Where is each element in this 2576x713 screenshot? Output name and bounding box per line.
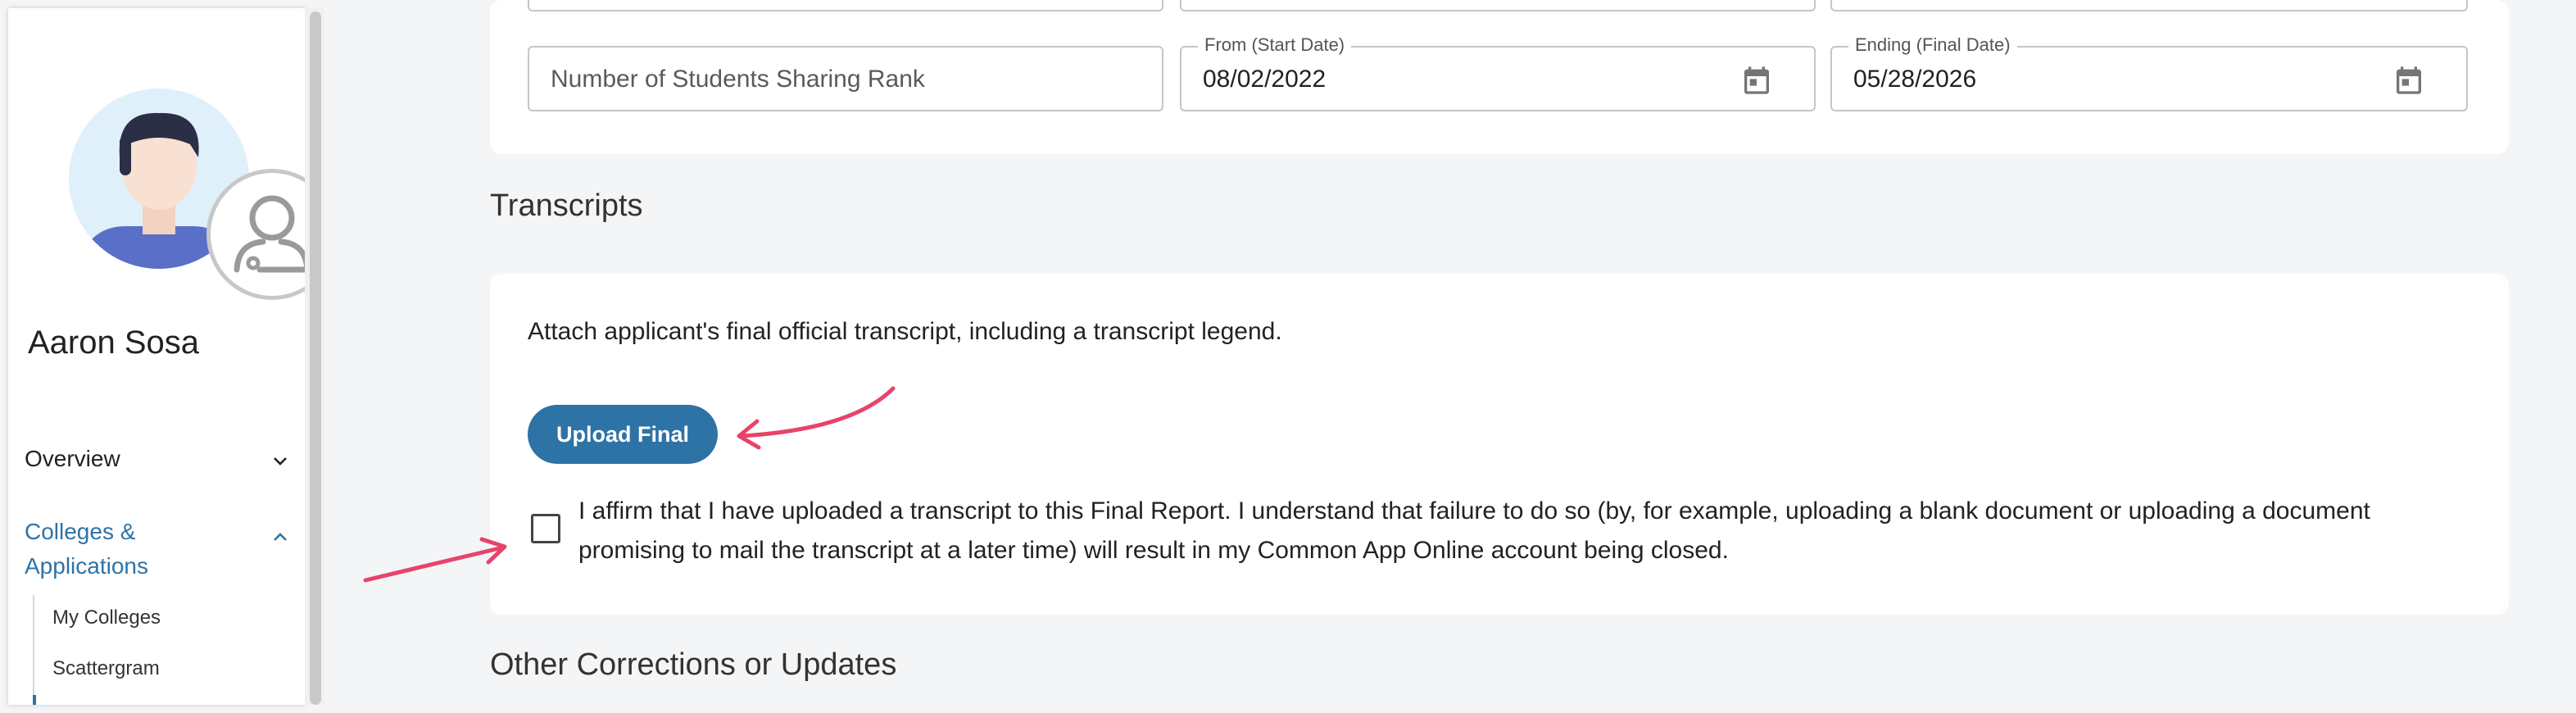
subnav-rail (33, 595, 34, 705)
affirm-checkbox[interactable] (531, 514, 560, 543)
transcripts-heading: Transcripts (490, 188, 643, 223)
user-badge[interactable] (206, 169, 305, 300)
end-date-label: Ending (Final Date) (1848, 34, 2017, 56)
calendar-icon[interactable] (2392, 64, 2425, 97)
subnav-my-colleges[interactable]: My Colleges (52, 606, 161, 629)
annotation-arrow-checkbox (363, 537, 507, 583)
subnav-active-indicator (33, 695, 36, 705)
students-sharing-rank-placeholder: Number of Students Sharing Rank (551, 66, 925, 93)
user-name: Aaron Sosa (28, 325, 200, 361)
start-date-value: 08/02/2022 (1203, 66, 1327, 93)
chevron-up-icon (274, 533, 287, 541)
nav-overview-label: Overview (25, 446, 120, 471)
sidebar: Aaron Sosa Overview Colleges & Applicati… (8, 8, 305, 705)
end-date-input[interactable]: Ending (Final Date) 05/28/2026 (1830, 34, 2468, 111)
nav-overview[interactable]: Overview (25, 446, 295, 472)
nav-colleges-label: Colleges & Applications (25, 519, 148, 579)
start-date-label: From (Start Date) (1198, 34, 1352, 56)
nav-colleges-applications[interactable]: Colleges & Applications (25, 515, 295, 584)
start-date-input[interactable]: From (Start Date) 08/02/2022 (1180, 34, 1816, 111)
dates-card: Number of Students Sharing Rank From (St… (490, 0, 2509, 154)
students-sharing-rank-input[interactable]: Number of Students Sharing Rank (528, 46, 1163, 111)
chevron-down-icon (274, 457, 287, 465)
app-frame: Aaron Sosa Overview Colleges & Applicati… (0, 0, 2576, 713)
end-date-value: 05/28/2026 (1853, 66, 1977, 93)
user-outline-icon (234, 195, 305, 273)
calendar-icon[interactable] (1740, 64, 1773, 97)
field-stub-3 (1830, 0, 2468, 11)
transcript-instructions: Attach applicant's final official transc… (528, 318, 1282, 345)
affirm-text: I affirm that I have uploaded a transcri… (578, 497, 2370, 564)
avatar (59, 79, 305, 300)
field-stub-1 (528, 0, 1163, 11)
other-corrections-heading: Other Corrections or Updates (490, 647, 897, 682)
field-stub-2 (1180, 0, 1816, 11)
sidebar-scrollbar-thumb[interactable] (310, 11, 321, 705)
upload-final-button[interactable]: Upload Final (528, 405, 718, 464)
subnav-scattergram[interactable]: Scattergram (52, 657, 160, 680)
